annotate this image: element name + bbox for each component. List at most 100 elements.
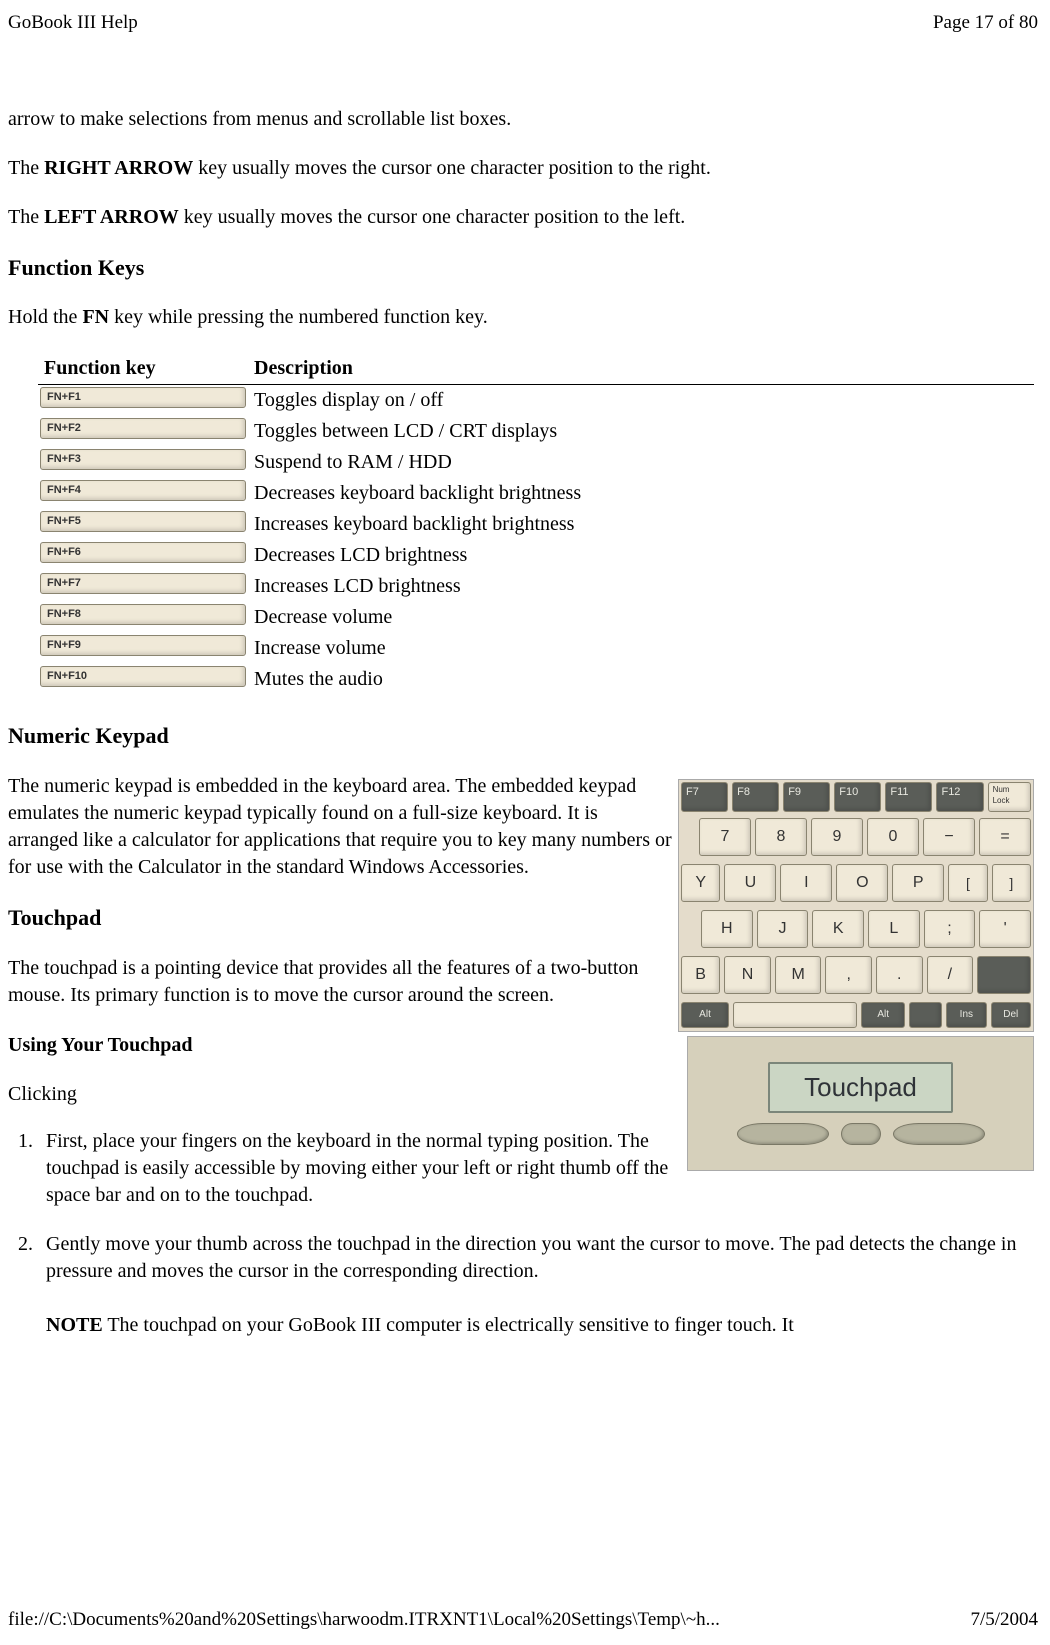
fn-desc-cell: Toggles display on / off xyxy=(248,385,1034,417)
table-row: FN+F7Increases LCD brightness xyxy=(38,571,1034,602)
key-bracket-close: ] xyxy=(992,864,1031,902)
fn-key-cell: FN+F9 xyxy=(40,635,246,656)
heading-numeric-keypad: Numeric Keypad xyxy=(8,721,1034,751)
key-8: 8 xyxy=(755,818,807,856)
key-i: I xyxy=(780,864,832,902)
text: key usually moves the cursor one charact… xyxy=(179,206,686,228)
key-alt-right: Alt xyxy=(861,1002,905,1028)
key-l: L xyxy=(868,910,920,948)
touchpad-buttons xyxy=(737,1123,985,1145)
text: The xyxy=(8,206,44,228)
paragraph-left-arrow: The LEFT ARROW key usually moves the cur… xyxy=(8,204,1034,231)
text: Hold the xyxy=(8,306,82,328)
paragraph-arrow-intro: arrow to make selections from menus and … xyxy=(8,106,1034,133)
page-header: GoBook III Help Page 17 of 80 xyxy=(0,0,1050,36)
header-page-indicator: Page 17 of 80 xyxy=(933,10,1038,36)
table-row: FN+F8Decrease volume xyxy=(38,602,1034,633)
key-f7: F7 xyxy=(681,782,728,812)
key-equals: = xyxy=(979,818,1031,856)
fn-desc-cell: Mutes the audio xyxy=(248,664,1034,695)
text: The xyxy=(8,157,44,179)
touchpad-right-button-icon xyxy=(893,1123,985,1145)
table-row: FN+F5Increases keyboard backlight bright… xyxy=(38,509,1034,540)
right-arrow-label: RIGHT ARROW xyxy=(44,157,193,179)
note-label: NOTE xyxy=(46,1314,103,1336)
table-row: FN+F1Toggles display on / off xyxy=(38,385,1034,417)
key-f8: F8 xyxy=(732,782,779,812)
key-j: J xyxy=(757,910,809,948)
key-bracket-open: [ xyxy=(948,864,987,902)
fn-label: FN xyxy=(82,306,109,328)
list-item: Gently move your thumb across the touchp… xyxy=(38,1231,1034,1339)
table-row: FN+F3Suspend to RAM / HDD xyxy=(38,447,1034,478)
key-f9: F9 xyxy=(783,782,830,812)
key-space xyxy=(733,1002,857,1028)
touchpad-figure: Touchpad xyxy=(687,1036,1034,1171)
table-row: FN+F9Increase volume xyxy=(38,633,1034,664)
key-o: O xyxy=(836,864,888,902)
table-header-desc: Description xyxy=(248,353,1034,385)
key-del: Del xyxy=(991,1002,1031,1028)
fn-key-cell: FN+F10 xyxy=(40,666,246,687)
fn-desc-cell: Suspend to RAM / HDD xyxy=(248,447,1034,478)
key-period: . xyxy=(876,956,923,994)
keyboard-figure: F7 F8 F9 F10 F11 F12 Num Lock 7 8 9 0 − … xyxy=(678,779,1034,1032)
key-7: 7 xyxy=(699,818,751,856)
fn-desc-cell: Increases LCD brightness xyxy=(248,571,1034,602)
fn-desc-cell: Decreases keyboard backlight brightness xyxy=(248,478,1034,509)
table-header-key: Function key xyxy=(38,353,248,385)
touchpad-left-button-icon xyxy=(737,1123,829,1145)
fn-key-cell: FN+F8 xyxy=(40,604,246,625)
key-p: P xyxy=(892,864,944,902)
key-9: 9 xyxy=(811,818,863,856)
table-row: FN+F2Toggles between LCD / CRT displays xyxy=(38,416,1034,447)
text: key usually moves the cursor one charact… xyxy=(193,157,711,179)
table-row: FN+F10Mutes the audio xyxy=(38,664,1034,695)
key-shift xyxy=(977,956,1031,994)
table-row: FN+F6Decreases LCD brightness xyxy=(38,540,1034,571)
fn-key-cell: FN+F7 xyxy=(40,573,246,594)
fn-key-cell: FN+F4 xyxy=(40,480,246,501)
note-text: The touchpad on your GoBook III computer… xyxy=(103,1314,794,1336)
header-title: GoBook III Help xyxy=(8,10,138,36)
footer-path: file://C:\Documents%20and%20Settings\har… xyxy=(8,1607,720,1633)
heading-function-keys: Function Keys xyxy=(8,253,1034,283)
key-h: H xyxy=(701,910,753,948)
key-n: N xyxy=(724,956,771,994)
fn-desc-cell: Increase volume xyxy=(248,633,1034,664)
footer-date: 7/5/2004 xyxy=(970,1607,1038,1633)
paragraph-fn-intro: Hold the FN key while pressing the numbe… xyxy=(8,304,1034,331)
key-y: Y xyxy=(681,864,720,902)
touchpad-figure-label: Touchpad xyxy=(768,1062,953,1113)
page-footer: file://C:\Documents%20and%20Settings\har… xyxy=(8,1607,1038,1633)
fn-key-cell: FN+F6 xyxy=(40,542,246,563)
key-menu xyxy=(909,1002,942,1028)
key-alt: Alt xyxy=(681,1002,729,1028)
fn-key-cell: FN+F1 xyxy=(40,387,246,408)
fn-desc-cell: Decreases LCD brightness xyxy=(248,540,1034,571)
left-arrow-label: LEFT ARROW xyxy=(44,206,179,228)
fn-key-cell: FN+F5 xyxy=(40,511,246,532)
key-f12: F12 xyxy=(936,782,983,812)
key-comma: , xyxy=(825,956,872,994)
key-m: M xyxy=(775,956,822,994)
key-slash: / xyxy=(927,956,974,994)
key-quote: ' xyxy=(979,910,1031,948)
key-0: 0 xyxy=(867,818,919,856)
key-semicolon: ; xyxy=(924,910,976,948)
key-b: B xyxy=(681,956,720,994)
key-ins: Ins xyxy=(946,1002,986,1028)
text: key while pressing the numbered function… xyxy=(109,306,488,328)
key-k: K xyxy=(812,910,864,948)
key-f10: F10 xyxy=(834,782,881,812)
touchpad-middle-button-icon xyxy=(841,1123,881,1145)
fn-key-cell: FN+F2 xyxy=(40,418,246,439)
fn-key-cell: FN+F3 xyxy=(40,449,246,470)
text: Gently move your thumb across the touchp… xyxy=(46,1233,1016,1282)
key-numlock: Num Lock xyxy=(988,782,1031,812)
fn-desc-cell: Increases keyboard backlight brightness xyxy=(248,509,1034,540)
fn-desc-cell: Decrease volume xyxy=(248,602,1034,633)
key-f11: F11 xyxy=(885,782,932,812)
paragraph-right-arrow: The RIGHT ARROW key usually moves the cu… xyxy=(8,155,1034,182)
table-row: FN+F4Decreases keyboard backlight bright… xyxy=(38,478,1034,509)
